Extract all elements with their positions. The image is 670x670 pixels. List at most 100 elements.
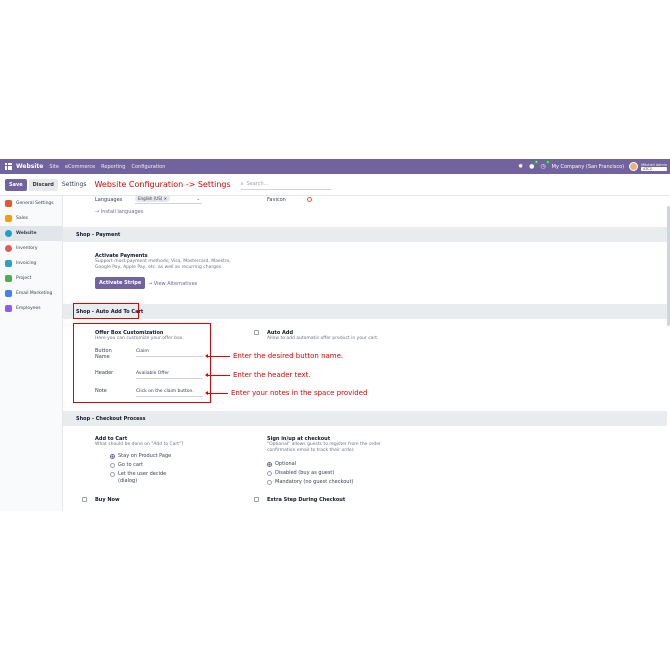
control-panel: Save Discard Settings Website Configurat… bbox=[0, 174, 670, 196]
invoicing-icon bbox=[5, 260, 12, 267]
sidebar-item-label: Project bbox=[16, 276, 32, 281]
extra-step-label: Extra Step During Checkout bbox=[267, 497, 346, 503]
sidebar-item-label: Invoicing bbox=[16, 261, 37, 266]
activity-icon[interactable]: ◷ 4 bbox=[540, 160, 550, 170]
user-name: Mitchell Admin bbox=[641, 162, 667, 167]
search-icon: ⌕ bbox=[240, 181, 244, 187]
sidebar-item-email-marketing[interactable]: Email Marketing bbox=[0, 286, 62, 301]
general-settings-icon bbox=[5, 200, 12, 207]
activity-badge: 4 bbox=[545, 160, 550, 164]
company-switcher[interactable]: My Company (San Francisco) bbox=[552, 164, 625, 170]
option-optional[interactable]: Optional bbox=[275, 461, 296, 467]
radio-go-to-cart[interactable] bbox=[110, 463, 115, 468]
discard-button[interactable]: Discard bbox=[28, 178, 58, 191]
dropdown-caret-icon[interactable]: ⌄ bbox=[197, 196, 200, 201]
languages-field[interactable]: English (US) ✕ ⌄ bbox=[135, 196, 202, 204]
search-input[interactable]: ⌕ Search... bbox=[240, 180, 331, 190]
sidebar-item-sales[interactable]: Sales bbox=[0, 211, 62, 226]
apps-grid-icon[interactable] bbox=[5, 163, 12, 170]
bug-icon[interactable]: ✹ bbox=[518, 163, 523, 170]
annotation-line-1 bbox=[208, 356, 230, 357]
sidebar-item-project[interactable]: Project bbox=[0, 271, 62, 286]
install-languages-link[interactable]: → Install languages bbox=[95, 209, 143, 215]
nav-app-name[interactable]: Website bbox=[16, 163, 43, 170]
section-shop-payment: Shop - Payment bbox=[63, 227, 667, 242]
nav-menu-reporting[interactable]: Reporting bbox=[101, 164, 125, 170]
sidebar-item-label: Sales bbox=[16, 216, 28, 221]
settings-sidebar: General Settings Sales Website Inventory… bbox=[0, 196, 63, 511]
employees-icon bbox=[5, 305, 12, 312]
nav-menu-configuration[interactable]: Configuration bbox=[131, 164, 165, 170]
option-mandatory[interactable]: Mandatory (no guest checkout) bbox=[275, 479, 353, 485]
website-icon bbox=[5, 230, 12, 237]
email-marketing-icon bbox=[5, 290, 12, 297]
sidebar-item-inventory[interactable]: Inventory bbox=[0, 241, 62, 256]
annotation-title: Website Configuration -> Settings bbox=[94, 180, 231, 189]
language-tag[interactable]: English (US) ✕ bbox=[135, 196, 170, 202]
view-alternatives-link[interactable]: → View Alternatives bbox=[148, 281, 197, 287]
navbar-systray: ✹ ● 8 ◷ 4 My Company (San Francisco) Mitch… bbox=[518, 159, 670, 174]
user-avatar[interactable] bbox=[629, 162, 639, 171]
auto-add-checkbox[interactable] bbox=[254, 330, 259, 335]
database-badge: ATC2 bbox=[641, 166, 667, 171]
search-placeholder: Search... bbox=[246, 181, 269, 187]
note-label: Note bbox=[95, 388, 107, 394]
page-title: Settings bbox=[61, 181, 87, 188]
sidebar-item-label: General Settings bbox=[16, 201, 54, 206]
annotation-line-3 bbox=[208, 393, 228, 394]
option-disabled[interactable]: Disabled (buy as guest) bbox=[275, 470, 334, 476]
chat-badge: 8 bbox=[534, 160, 539, 164]
sidebar-item-label: Website bbox=[16, 231, 37, 236]
activate-payments-help: Support most payment methods; Visa, Mast… bbox=[95, 259, 231, 270]
radio-let-user-decide[interactable] bbox=[110, 472, 115, 477]
annotation-header: Enter the header text. bbox=[233, 371, 311, 379]
option-let-user-decide[interactable]: Let the user decide bbox=[118, 471, 166, 477]
option-dialog-note: (dialog) bbox=[118, 478, 138, 484]
sidebar-item-label: Inventory bbox=[16, 246, 38, 251]
sidebar-item-label: Email Marketing bbox=[16, 291, 53, 296]
nav-menu-ecommerce[interactable]: eCommerce bbox=[65, 164, 95, 170]
sidebar-item-employees[interactable]: Employees bbox=[0, 301, 62, 316]
project-icon bbox=[5, 275, 12, 282]
add-to-cart-help: What should be done on "Add to Cart"? bbox=[95, 442, 184, 447]
nav-menu-site[interactable]: Site bbox=[49, 164, 59, 170]
section-title: Shop - Checkout Process bbox=[76, 415, 146, 422]
section-title: Shop - Payment bbox=[76, 231, 121, 238]
activate-stripe-button[interactable]: Activate Stripe bbox=[95, 277, 146, 289]
note-input[interactable]: Click on the claim button. bbox=[136, 389, 203, 397]
buy-now-checkbox[interactable] bbox=[82, 497, 87, 502]
top-navbar: Website Site eCommerce Reporting Configu… bbox=[0, 159, 670, 174]
settings-content[interactable]: Languages English (US) ✕ ⌄ → Install lan… bbox=[63, 196, 670, 511]
save-button[interactable]: Save bbox=[5, 178, 27, 191]
header-input[interactable]: Available Offer bbox=[136, 371, 203, 379]
section-auto-add-to-cart: Shop - Auto Add To Cart bbox=[63, 304, 667, 319]
favicon-label: Favicon bbox=[267, 197, 286, 203]
annotation-line-2 bbox=[208, 375, 230, 376]
annotation-box-section bbox=[73, 303, 139, 319]
sidebar-item-invoicing[interactable]: Invoicing bbox=[0, 256, 62, 271]
option-stay-on-product-page[interactable]: Stay on Product Page bbox=[118, 453, 171, 459]
buy-now-label: Buy Now bbox=[95, 497, 120, 503]
button-name-label: Button Name bbox=[95, 348, 112, 360]
sales-icon bbox=[5, 215, 12, 222]
annotation-button-name: Enter the desired button name. bbox=[233, 352, 344, 360]
favicon-image[interactable] bbox=[307, 197, 312, 202]
inventory-icon bbox=[5, 245, 12, 252]
section-checkout-process: Shop - Checkout Process bbox=[63, 411, 667, 426]
sidebar-item-label: Employees bbox=[16, 306, 41, 311]
radio-mandatory[interactable] bbox=[267, 480, 272, 485]
radio-optional[interactable] bbox=[267, 462, 272, 467]
sidebar-item-website[interactable]: Website bbox=[0, 226, 62, 241]
option-go-to-cart[interactable]: Go to cart bbox=[118, 462, 143, 468]
user-menu[interactable]: Mitchell Admin ATC2 bbox=[641, 163, 667, 171]
odoo-app: Website Site eCommerce Reporting Configu… bbox=[0, 159, 670, 511]
button-name-input[interactable]: Claim bbox=[136, 349, 203, 357]
chat-icon[interactable]: ● 8 bbox=[529, 160, 539, 170]
annotation-notes: Enter your notes in the space provided bbox=[231, 389, 368, 397]
languages-label: Languages bbox=[95, 197, 123, 203]
radio-disabled[interactable] bbox=[267, 471, 272, 476]
header-label: Header bbox=[95, 370, 114, 376]
extra-step-checkbox[interactable] bbox=[254, 497, 259, 502]
sidebar-item-general-settings[interactable]: General Settings bbox=[0, 196, 62, 211]
radio-stay-on-product-page[interactable] bbox=[110, 454, 115, 459]
